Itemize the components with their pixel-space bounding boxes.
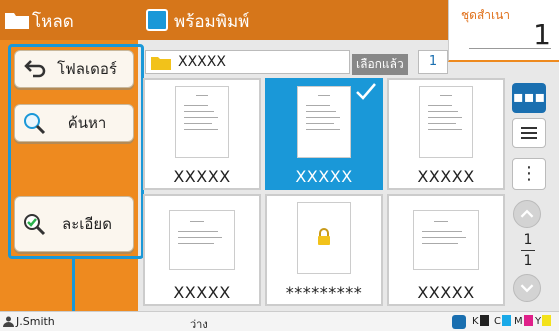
current-folder-name: XXXXX [178,54,226,70]
ink-y: Y [535,315,552,327]
page-preview-landscape [169,210,235,270]
thumbnail-tile-locked[interactable]: ********* [265,194,383,306]
thumbnail-tile[interactable]: XXXXX [387,194,505,306]
thumbnail-caption: XXXXX [295,167,353,186]
folder-icon [5,13,29,29]
left-header-title: โหลด [32,12,74,32]
status-bar: J.Smith ว่าง K C M Y [0,311,559,331]
selected-count: 1 [418,50,448,74]
copies-field[interactable]: ชุดสำเนา 1 [448,0,559,62]
main-header-title: พร้อมพิมพ์ [174,12,250,32]
page-preview [297,202,351,274]
thumbnail-caption: ********* [285,283,363,302]
copies-underline [469,48,551,49]
connection-icon [452,315,466,329]
callout-highlight [8,44,144,259]
thumbnail-tile[interactable]: XXXXX [143,78,261,190]
ink-k: K [472,315,489,327]
thumbnail-tile[interactable]: XXXXX [387,78,505,190]
copies-value: 1 [533,18,551,51]
page-preview [419,86,473,158]
current-folder-bar[interactable]: XXXXX [145,50,350,74]
scroll-down-button[interactable] [513,274,541,302]
page-indicator: 1 1 [518,232,538,269]
thumbnail-caption: XXXXX [417,283,475,302]
ink-c: C [494,315,511,327]
page-preview [175,86,229,158]
page-preview [297,86,351,158]
thumbnail-caption: XXXXX [173,283,231,302]
left-header: โหลด [0,0,138,40]
scroll-up-button[interactable] [513,200,541,228]
user-name: J.Smith [16,315,55,328]
folder-icon [151,57,171,70]
thumbnail-tile[interactable]: XXXXX [143,194,261,306]
grid-view-button[interactable]: ▪▪▪ [512,83,546,113]
ready-icon [146,9,168,31]
list-view-button[interactable] [512,118,546,148]
thumbnail-caption: XXXXX [173,167,231,186]
thumbnail-grid: XXXXX XXXXX XXXXX XXXXX ********* XXXXX [143,78,505,306]
printer-state: ว่าง [190,318,208,331]
checkmark-icon [356,83,376,100]
page-total: 1 [523,253,533,269]
main-header: พร้อมพิมพ์ [138,0,448,40]
app-screen: โหลด โฟลเดอร์ ค้นหา ละเอียด พร้อมพิมพ์ ช… [0,0,559,331]
thumbnail-tile-selected[interactable]: XXXXX [265,78,383,190]
ink-m: M [514,315,533,327]
copies-label: ชุดสำเนา [461,8,511,22]
user-icon [3,316,14,327]
page-current: 1 [523,232,533,248]
lock-icon [318,228,330,245]
page-preview-landscape [413,210,479,270]
selected-label: เลือกแล้ว [352,54,408,75]
list-icon [521,127,537,129]
thumbnail-caption: XXXXX [417,167,475,186]
more-options-button[interactable]: ⋮ [512,158,546,190]
